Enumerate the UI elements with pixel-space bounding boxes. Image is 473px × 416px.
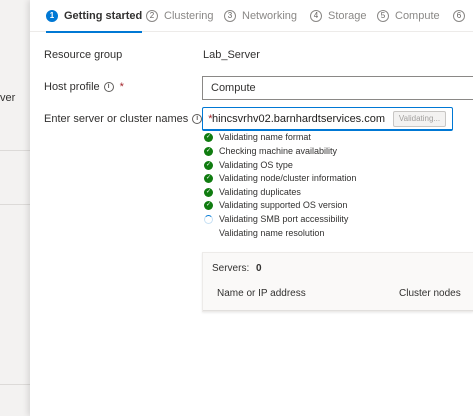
column-header-cluster-nodes[interactable]: Cluster nodes xyxy=(399,288,461,299)
wizard-panel: 1 Getting started 2 Clustering 3 Network… xyxy=(30,0,473,416)
validation-text: Validating node/cluster information xyxy=(219,173,357,183)
servers-count: 0 xyxy=(256,263,262,274)
servers-count-label: Servers: 0 xyxy=(212,263,262,274)
resource-group-value: Lab_Server xyxy=(203,49,260,61)
step-label: Getting started xyxy=(64,10,143,22)
names-label: Enter server or cluster names i * xyxy=(44,113,213,125)
check-icon: ✓ xyxy=(204,173,213,183)
step-compute[interactable]: 5 Compute xyxy=(377,0,440,32)
servers-label: Servers: xyxy=(212,263,250,274)
servers-panel: Servers: 0 Name or IP address Cluster no… xyxy=(202,252,473,312)
validation-text: Validating SMB port accessibility xyxy=(219,214,349,224)
check-icon: ✓ xyxy=(204,187,213,197)
table-divider xyxy=(203,310,473,311)
step-number: 4 xyxy=(310,10,322,22)
names-label-text: Enter server or cluster names xyxy=(44,113,189,125)
check-icon: ✓ xyxy=(204,200,213,210)
required-asterisk: * xyxy=(119,81,124,93)
step-getting-started[interactable]: 1 Getting started xyxy=(46,0,143,33)
validation-text: Validating supported OS version xyxy=(219,200,348,210)
check-icon: ✓ xyxy=(204,160,213,170)
step-next[interactable]: 6 xyxy=(453,0,471,32)
validation-item: ✓ Validating duplicates xyxy=(204,185,301,199)
validation-item: ✓ Validating name format xyxy=(204,130,311,144)
validating-button[interactable]: Validating... xyxy=(393,111,446,127)
column-header-name[interactable]: Name or IP address xyxy=(217,288,306,299)
validation-text: Validating OS type xyxy=(219,160,293,170)
step-label: Storage xyxy=(328,10,367,22)
host-profile-label: Host profile i * xyxy=(44,81,124,93)
wizard-stepper: 1 Getting started 2 Clustering 3 Network… xyxy=(30,0,473,33)
info-icon[interactable]: i xyxy=(103,82,114,92)
background-text: ver xyxy=(0,92,16,104)
step-label: Clustering xyxy=(164,10,214,22)
validation-item: ✓ Validating OS type xyxy=(204,158,293,172)
server-names-input[interactable]: hincsvrhv02.barnhardtservices.com Valida… xyxy=(202,107,453,131)
background-divider xyxy=(0,204,30,205)
validation-text: Validating name resolution xyxy=(219,228,325,238)
step-label: Networking xyxy=(242,10,298,22)
validation-item: ✓ Checking machine availability xyxy=(204,144,337,158)
validation-text: Validating name format xyxy=(219,132,311,142)
background-divider xyxy=(0,384,30,385)
host-profile-label-text: Host profile xyxy=(44,81,100,93)
step-number: 2 xyxy=(146,10,158,22)
validation-item: Validating SMB port accessibility xyxy=(204,212,348,226)
spinner-icon xyxy=(204,214,213,224)
step-networking[interactable]: 3 Networking xyxy=(224,0,297,32)
info-icon[interactable]: i xyxy=(192,114,203,124)
validation-item: Validating name resolution xyxy=(204,226,324,240)
check-icon: ✓ xyxy=(204,132,213,142)
host-profile-select[interactable]: Compute xyxy=(202,76,473,100)
step-number: 1 xyxy=(46,10,58,22)
resource-group-label-text: Resource group xyxy=(44,49,123,61)
step-label: Compute xyxy=(395,10,440,22)
step-number: 6 xyxy=(453,10,465,22)
step-number: 3 xyxy=(224,10,236,22)
validation-item: ✓ Validating node/cluster information xyxy=(204,171,356,185)
step-number: 5 xyxy=(377,10,389,22)
validation-text: Checking machine availability xyxy=(219,146,338,156)
validation-text: Validating duplicates xyxy=(219,187,301,197)
step-clustering[interactable]: 2 Clustering xyxy=(146,0,214,32)
server-names-value: hincsvrhv02.barnhardtservices.com xyxy=(212,113,386,125)
validation-item: ✓ Validating supported OS version xyxy=(204,198,347,212)
check-icon: ✓ xyxy=(204,146,213,156)
resource-group-label: Resource group xyxy=(44,49,122,61)
background-divider xyxy=(0,150,30,151)
background-page: ver xyxy=(0,0,30,416)
step-storage[interactable]: 4 Storage xyxy=(310,0,367,32)
